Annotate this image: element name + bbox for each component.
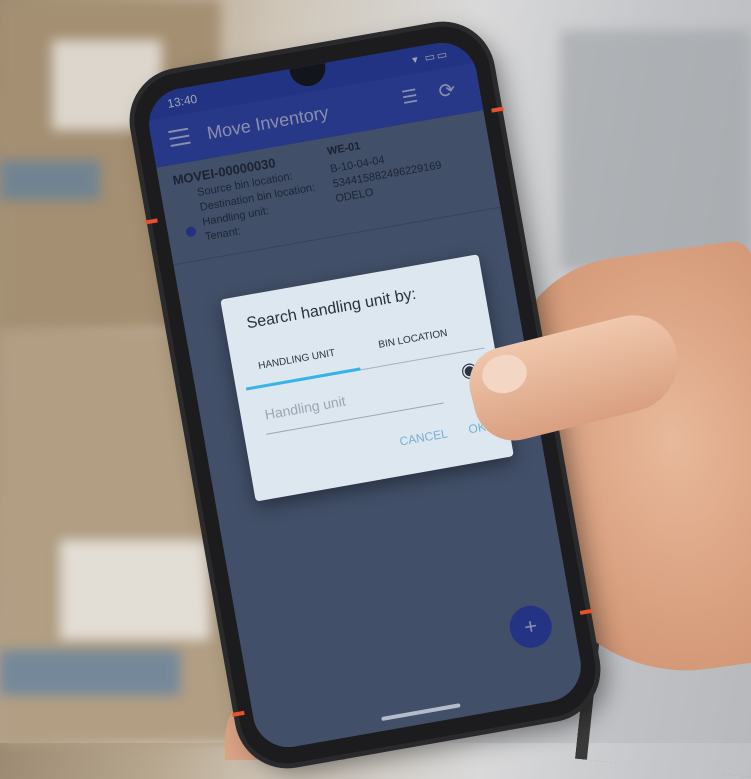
background-shelf bbox=[560, 30, 751, 270]
background-box-print bbox=[0, 160, 100, 200]
tab-bin-location[interactable]: BIN LOCATION bbox=[378, 328, 449, 351]
phone-bumper bbox=[232, 710, 245, 717]
background-box-print-lower bbox=[0, 650, 180, 695]
tab-handling-unit[interactable]: HANDLING UNIT bbox=[257, 348, 336, 372]
background-box-label-lower bbox=[60, 540, 210, 640]
phone-bumper bbox=[491, 106, 504, 113]
cancel-button[interactable]: CANCEL bbox=[398, 426, 448, 448]
phone-bumper bbox=[145, 218, 158, 225]
